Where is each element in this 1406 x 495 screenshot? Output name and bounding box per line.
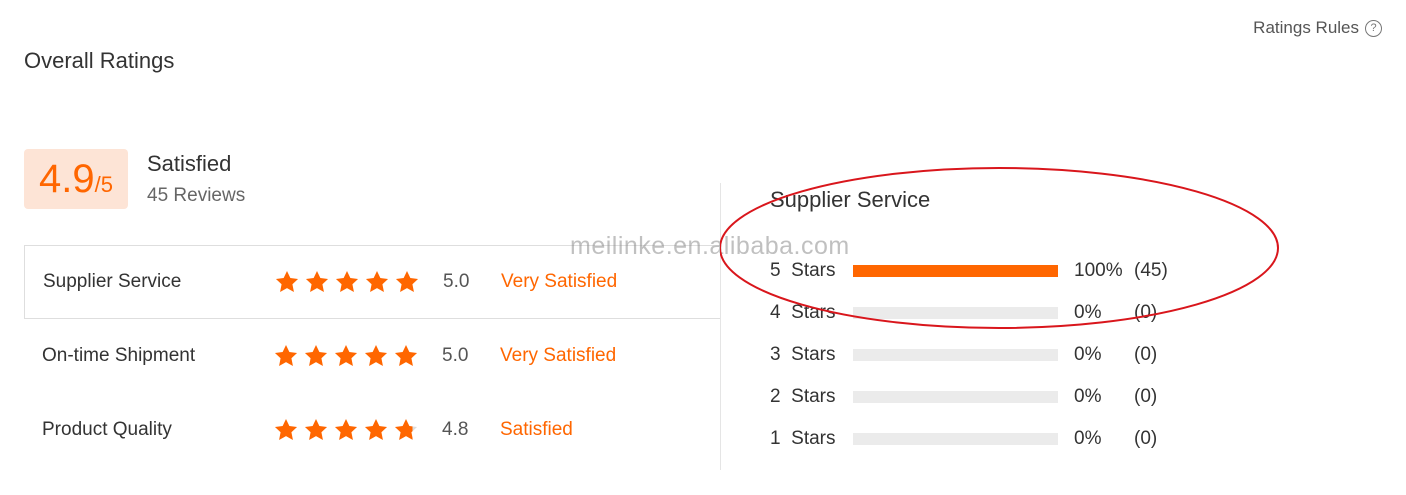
- star-icon: [334, 418, 358, 440]
- question-circle-icon[interactable]: ?: [1365, 19, 1382, 37]
- star-icon: [394, 344, 418, 366]
- star-icon: [334, 344, 358, 366]
- category-label: Supplier Service: [43, 271, 182, 292]
- overall-score-badge: 4.9 /5: [24, 149, 128, 209]
- star-icon: [274, 418, 298, 440]
- distribution-row-3: 3 Stars 0% (0): [770, 334, 1168, 376]
- star-icon: [305, 270, 329, 292]
- distribution-row-2: 2 Stars 0% (0): [770, 376, 1168, 418]
- satisfaction-level: Very Satisfied: [500, 345, 617, 366]
- overall-score: 4.9: [39, 157, 95, 201]
- star-icon: [395, 270, 419, 292]
- distribution-bar: [853, 349, 1058, 361]
- distribution-count: (0): [1134, 344, 1158, 365]
- distribution-count: (0): [1134, 428, 1158, 449]
- distribution-row-1: 1 Stars 0% (0): [770, 418, 1168, 460]
- ratings-rules-link[interactable]: Ratings Rules ?: [1253, 18, 1382, 38]
- star-icon: [274, 344, 298, 366]
- distribution-percent: 0%: [1074, 344, 1102, 365]
- distribution-bar: [853, 391, 1058, 403]
- satisfaction-level: Very Satisfied: [501, 271, 618, 292]
- rating-row-on-time-shipment[interactable]: On-time Shipment 5.0 Very Satisfied: [24, 319, 721, 393]
- distribution-count: (0): [1134, 386, 1158, 407]
- annotation-ellipse: [720, 167, 1279, 329]
- star-level-label: 1 Stars: [770, 428, 836, 449]
- star-level-label: 3 Stars: [770, 344, 836, 365]
- star-icon: [304, 344, 328, 366]
- overall-satisfaction: Satisfied: [147, 151, 232, 176]
- distribution-percent: 0%: [1074, 386, 1102, 407]
- overall-score-scale: /5: [94, 172, 113, 197]
- page-title: Overall Ratings: [24, 48, 175, 73]
- category-label: Product Quality: [42, 419, 172, 440]
- distribution-percent: 0%: [1074, 428, 1102, 449]
- star-icon: [335, 270, 359, 292]
- star-rating: [274, 269, 443, 295]
- star-icon: [275, 270, 299, 292]
- star-icon: [365, 270, 389, 292]
- category-label: On-time Shipment: [42, 345, 196, 366]
- distribution-bar: [853, 433, 1058, 445]
- star-icon: [364, 418, 388, 440]
- category-score: 5.0: [443, 271, 470, 292]
- star-icon: [364, 344, 388, 366]
- category-score: 5.0: [442, 345, 469, 366]
- star-icon: [304, 418, 328, 440]
- review-count: 45 Reviews: [147, 185, 246, 206]
- star-icon: [394, 418, 418, 440]
- star-rating: [273, 417, 442, 443]
- category-rating-list: Supplier Service 5.0 Very Satisfied On-t…: [24, 245, 721, 467]
- ratings-rules-label: Ratings Rules: [1253, 18, 1359, 37]
- satisfaction-level: Satisfied: [500, 419, 573, 440]
- rating-row-product-quality[interactable]: Product Quality 4.8 Satisfied: [24, 393, 721, 467]
- category-score: 4.8: [442, 419, 469, 440]
- star-rating: [273, 343, 442, 369]
- star-level-label: 2 Stars: [770, 386, 836, 407]
